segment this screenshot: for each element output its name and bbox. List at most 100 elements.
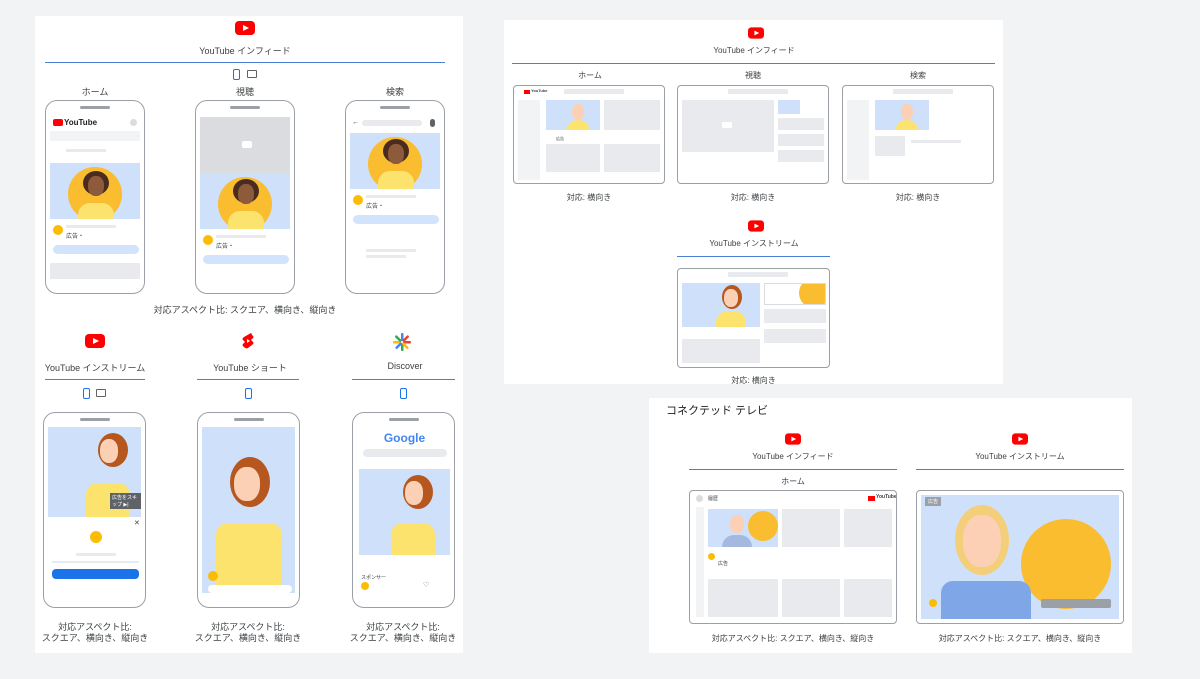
ad-illustration <box>875 100 929 130</box>
phone-mockup-discover: Google スポンサー ♡ <box>352 412 455 608</box>
column-label-home: ホーム <box>578 71 602 80</box>
phone-notch <box>388 418 419 421</box>
skip-ad-button[interactable] <box>1041 599 1111 608</box>
sponsor-label: スポンサー <box>361 575 387 581</box>
section-title: YouTube インフィード <box>199 46 291 56</box>
skip-ad-button[interactable]: 広告をスキップ ▶| <box>110 493 141 509</box>
phone-mockup-search: ← 広告・ <box>345 100 445 294</box>
phone-device-icon <box>245 388 252 399</box>
back-arrow-icon[interactable]: ← <box>352 119 359 126</box>
companion-banner <box>764 283 826 305</box>
section-title: YouTube インフィード <box>713 46 795 55</box>
body-shape <box>216 523 282 593</box>
google-logo: Google <box>383 431 426 445</box>
search-bar[interactable] <box>362 120 422 126</box>
face-shape <box>405 481 423 505</box>
aspect-caption: 対応: 横向き <box>566 193 612 202</box>
body-shape <box>722 535 752 547</box>
sun-shape <box>748 511 778 541</box>
youtube-wordmark: YouTube <box>64 118 98 127</box>
body-shape <box>566 120 590 130</box>
ad-tag: 広告 <box>925 497 942 506</box>
heart-icon[interactable]: ♡ <box>423 581 429 589</box>
cta-button[interactable] <box>203 255 289 264</box>
ad-illustration <box>359 469 450 555</box>
section-divider <box>677 256 830 257</box>
placeholder-tile <box>682 339 760 363</box>
face-shape <box>572 104 584 120</box>
placeholder-tile <box>764 309 826 323</box>
column-title-discover: Discover <box>387 361 423 371</box>
placeholder-tile <box>604 144 660 172</box>
placeholder-bar <box>52 561 139 563</box>
search-bar[interactable] <box>728 89 788 94</box>
aspect-caption: 対応アスペクト比: スクエア、横向き、縦向き <box>938 634 1102 643</box>
body-shape <box>378 171 414 189</box>
body-shape <box>941 581 1031 619</box>
face-shape <box>724 289 738 307</box>
youtube-logo-icon <box>868 496 875 501</box>
column-title-shorts: YouTube ショート <box>213 363 287 373</box>
placeholder-bar <box>66 225 116 228</box>
search-bar[interactable] <box>363 449 447 457</box>
phone-screen <box>202 427 295 593</box>
column-title-instream: YouTube インストリーム <box>44 363 146 373</box>
placeholder-tile <box>778 118 824 130</box>
face-shape <box>963 515 1001 567</box>
phone-screen: 広告をスキップ ▶| ✕ <box>48 427 141 593</box>
ad-illustration <box>202 427 295 593</box>
placeholder-bar <box>366 255 406 258</box>
advertiser-badge <box>708 553 715 560</box>
ad-label: 広告・ <box>216 244 235 250</box>
cta-button[interactable] <box>353 215 439 224</box>
body-shape <box>716 311 746 327</box>
caption-line2: スクエア、横向き、縦向き <box>194 633 302 643</box>
tv-mockup-instream: 広告 <box>916 490 1124 624</box>
placeholder-tile <box>782 579 840 617</box>
phone-mockup-instream: 広告をスキップ ▶| ✕ <box>43 412 146 608</box>
tv-screen-label: 履歴 <box>708 496 719 502</box>
aspect-caption: 対応: 横向き <box>730 193 776 202</box>
search-bar[interactable] <box>728 272 788 277</box>
phone-mockup-home: YouTube 広告・ <box>45 100 145 294</box>
face-shape <box>238 184 254 204</box>
advertiser-badge <box>90 531 102 543</box>
cta-button[interactable] <box>208 585 292 593</box>
panel-heading: コネクテッド テレビ <box>666 405 769 417</box>
advertiser-badge <box>53 225 63 235</box>
cta-button[interactable] <box>52 569 139 579</box>
sidebar <box>518 100 540 180</box>
phone-device-icon <box>83 388 90 399</box>
sun-shape <box>1021 519 1111 609</box>
phone-mockup-shorts <box>197 412 300 608</box>
placeholder-tile <box>604 100 660 130</box>
mic-icon[interactable] <box>430 119 435 127</box>
mobile-formats-panel: YouTube インフィード ホーム 視聴 検索 YouTube 広告・ 広告・… <box>35 16 463 653</box>
section-title: YouTube インフィード <box>752 452 834 461</box>
section-divider <box>689 469 897 470</box>
ad-label: 広告・ <box>366 204 385 210</box>
face-shape <box>901 104 913 120</box>
youtube-wordmark: YouTube <box>531 88 548 93</box>
search-bar[interactable] <box>564 89 624 94</box>
phone-screen: ← 広告・ <box>350 115 440 279</box>
caption-line2: スクエア、横向き、縦向き <box>41 633 149 643</box>
ad-illustration <box>200 173 290 229</box>
ad-label: 広告 <box>718 561 729 567</box>
placeholder-bar <box>216 235 266 238</box>
placeholder-tile <box>782 509 840 547</box>
phone-notch <box>380 106 410 109</box>
search-bar[interactable] <box>893 89 953 94</box>
placeholder-tile <box>708 579 778 617</box>
phone-mockup-watch: 広告・ <box>195 100 295 294</box>
close-icon[interactable]: ✕ <box>134 519 140 527</box>
column-label-search: 検索 <box>385 87 404 97</box>
cta-button[interactable] <box>53 245 139 254</box>
youtube-shorts-icon <box>242 332 254 349</box>
face-shape <box>730 515 744 533</box>
ad-label: 広告・ <box>66 234 85 240</box>
placeholder-tile <box>764 329 826 343</box>
advertiser-badge <box>361 582 369 590</box>
aspect-caption: 対応: 横向き <box>895 193 941 202</box>
phone-device-icon <box>400 388 407 399</box>
